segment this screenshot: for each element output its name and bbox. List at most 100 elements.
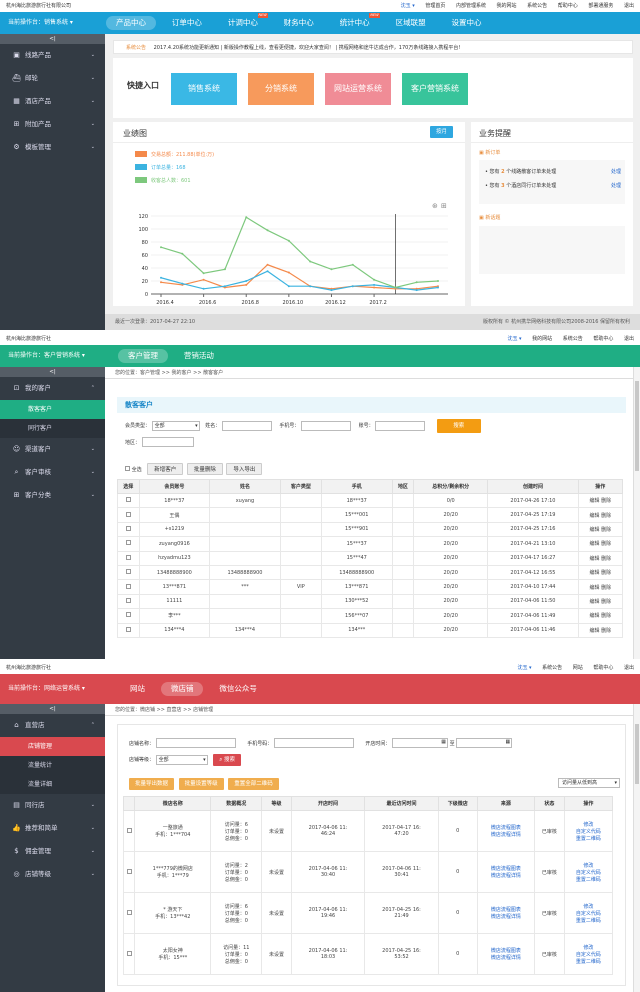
row-checkbox[interactable] xyxy=(126,950,132,956)
sidebar-toggle[interactable]: <| xyxy=(0,704,105,714)
action-link[interactable]: 重置二维码 xyxy=(565,917,612,924)
store-level-select[interactable]: 全部 ▾ xyxy=(155,754,208,765)
batch-export-button[interactable]: 批量导出数据 xyxy=(129,778,175,790)
batch-delete-button[interactable]: 批量删除 xyxy=(186,463,223,475)
sidebar-sub-store-management[interactable]: 店铺管理 xyxy=(0,737,105,756)
row-actions[interactable]: 编辑 删除 xyxy=(577,550,624,566)
source-link[interactable]: 微店流程图表 xyxy=(478,824,534,831)
row-checkbox[interactable] xyxy=(125,583,131,589)
row-checkbox[interactable] xyxy=(125,597,131,603)
action-link[interactable]: 重置二维码 xyxy=(565,958,612,965)
row-checkbox[interactable] xyxy=(125,626,131,632)
sidebar-item-customer-category[interactable]: ⊞ 客户分类 ⌄ xyxy=(0,484,105,507)
row-actions[interactable]: 编辑 删除 xyxy=(577,507,624,523)
sub-store-count[interactable]: 0 xyxy=(437,810,478,852)
import-export-button[interactable]: 导入导出 xyxy=(226,463,263,475)
action-link[interactable]: 重置二维码 xyxy=(565,876,612,883)
by-month-button[interactable]: 按月 xyxy=(429,126,453,138)
row-checkbox[interactable] xyxy=(125,540,131,546)
sidebar-toggle[interactable]: <| xyxy=(0,367,105,377)
sidebar-item-direct-store[interactable]: ⌂ 直营店 ⌃ xyxy=(0,714,105,737)
phone-input[interactable] xyxy=(301,420,352,431)
row-actions[interactable]: 编辑 删除 xyxy=(577,492,624,509)
sidebar-item-route[interactable]: ▣ 线路产品 ⌄ xyxy=(0,44,105,67)
quick-entry-tile[interactable]: 网站运营系统 xyxy=(325,73,391,105)
open-time-end[interactable]: ▦ xyxy=(456,738,513,748)
search-button[interactable]: 搜索 xyxy=(436,419,481,433)
scrollbar[interactable] xyxy=(633,367,640,659)
nav-order-center[interactable]: 订单中心 xyxy=(162,12,212,34)
source-link[interactable]: 微店流程详情 xyxy=(478,913,534,920)
logout-link[interactable]: 退出 xyxy=(624,665,634,671)
scrollbar-thumb[interactable] xyxy=(635,724,639,784)
nav-settings-center[interactable]: 设置中心 xyxy=(442,12,492,34)
row-checkbox[interactable] xyxy=(126,827,132,833)
action-link[interactable]: 重置二维码 xyxy=(565,835,612,842)
add-customer-button[interactable]: 新增客户 xyxy=(147,463,184,475)
sidebar-item-customer-review[interactable]: ⌕ 客户审核 ⌄ xyxy=(0,461,105,484)
account-input[interactable] xyxy=(375,420,426,431)
action-link[interactable]: 修改 xyxy=(565,862,612,869)
source-link[interactable]: 微店流程图表 xyxy=(478,906,534,913)
handle-link[interactable]: 处理 xyxy=(611,179,621,193)
row-actions[interactable]: 编辑 删除 xyxy=(577,608,624,624)
top-link[interactable]: 帮助中心 xyxy=(558,3,578,9)
top-link[interactable]: 内部管理系统 xyxy=(456,3,486,9)
handle-link[interactable]: 处理 xyxy=(611,165,621,179)
source-link[interactable]: 微店流程详情 xyxy=(478,954,534,961)
sub-store-count[interactable]: 0 xyxy=(437,892,478,934)
row-checkbox[interactable] xyxy=(126,868,132,874)
sidebar-item-commission[interactable]: $ 佣金管理 ⌄ xyxy=(0,840,105,863)
nav-marketing-activity[interactable]: 营销活动 xyxy=(174,345,224,367)
top-link[interactable]: 帮助中心 xyxy=(593,336,613,342)
action-link[interactable]: 修改 xyxy=(565,903,612,910)
top-link[interactable]: 帮助中心 xyxy=(593,665,613,671)
row-actions[interactable]: 编辑 删除 xyxy=(577,593,624,610)
nav-product-center[interactable]: 产品中心 xyxy=(106,16,156,30)
sidebar-sub-peer-customers[interactable]: 同行客户 xyxy=(0,419,105,438)
top-link[interactable]: 部署通服务 xyxy=(588,3,613,9)
system-switcher[interactable]: 客户营销系统 ▾ xyxy=(44,352,85,359)
name-input[interactable] xyxy=(221,420,272,431)
nav-micro-store[interactable]: 微店铺 xyxy=(160,682,204,696)
quick-entry-tile[interactable]: 销售系统 xyxy=(171,73,237,105)
sidebar-sub-traffic-stats[interactable]: 流量统计 xyxy=(0,756,105,775)
sidebar-item-peer-store[interactable]: ▤ 同行店 ⌄ xyxy=(0,794,105,817)
user-menu[interactable]: 沈玉 ▾ xyxy=(401,3,415,9)
quick-entry-tile[interactable]: 客户营销系统 xyxy=(402,73,468,105)
row-checkbox[interactable] xyxy=(125,612,131,618)
row-checkbox[interactable] xyxy=(125,525,131,531)
nav-finance-center[interactable]: 财务中心 xyxy=(274,12,324,34)
row-actions[interactable]: 编辑 删除 xyxy=(577,536,624,552)
top-link[interactable]: 系统公告 xyxy=(527,3,547,9)
select-all-checkbox[interactable] xyxy=(125,466,130,471)
top-link[interactable]: 我的网站 xyxy=(532,336,552,342)
nav-planning-center[interactable]: 计调中心 NEW xyxy=(218,12,268,34)
nav-stats-center[interactable]: 统计中心 NEW xyxy=(330,12,380,34)
row-checkbox[interactable] xyxy=(125,554,131,560)
source-link[interactable]: 微店流程图表 xyxy=(478,947,534,954)
source-link[interactable]: 微店流程详情 xyxy=(478,872,534,879)
row-checkbox[interactable] xyxy=(125,497,131,503)
scrollbar-thumb[interactable] xyxy=(635,381,639,471)
sidebar-sub-retail-customers[interactable]: 散客客户 xyxy=(0,400,105,419)
row-checkbox[interactable] xyxy=(126,909,132,915)
action-link[interactable]: 修改 xyxy=(565,821,612,828)
top-link[interactable]: 系统公告 xyxy=(542,665,562,671)
sidebar-item-recommend[interactable]: 👍 推荐和简单 ⌄ xyxy=(0,817,105,840)
quick-entry-tile[interactable]: 分销系统 xyxy=(248,73,314,105)
open-time-start[interactable]: ▦ xyxy=(392,738,449,748)
source-link[interactable]: 微店流程图表 xyxy=(478,865,534,872)
sub-store-count[interactable]: 0 xyxy=(437,933,478,975)
nav-region-alliance[interactable]: 区域联盟 xyxy=(386,12,436,34)
sidebar-item-template[interactable]: ⚙ 模板管理 ⌄ xyxy=(0,136,105,159)
top-link[interactable]: 网站 xyxy=(573,665,583,671)
sub-store-count[interactable]: 0 xyxy=(437,851,478,893)
nav-website[interactable]: 网站 xyxy=(120,674,155,704)
action-link[interactable]: 自定义代码 xyxy=(565,951,612,958)
sidebar-item-store-level[interactable]: ◎ 店铺等级 ⌄ xyxy=(0,863,105,886)
row-actions[interactable]: 编辑 删除 xyxy=(577,622,624,638)
system-switcher[interactable]: 销售系统 ▾ xyxy=(44,19,73,26)
sort-select[interactable]: 访问量从低到高 ▾ xyxy=(558,778,620,788)
store-name-input[interactable] xyxy=(155,738,236,748)
